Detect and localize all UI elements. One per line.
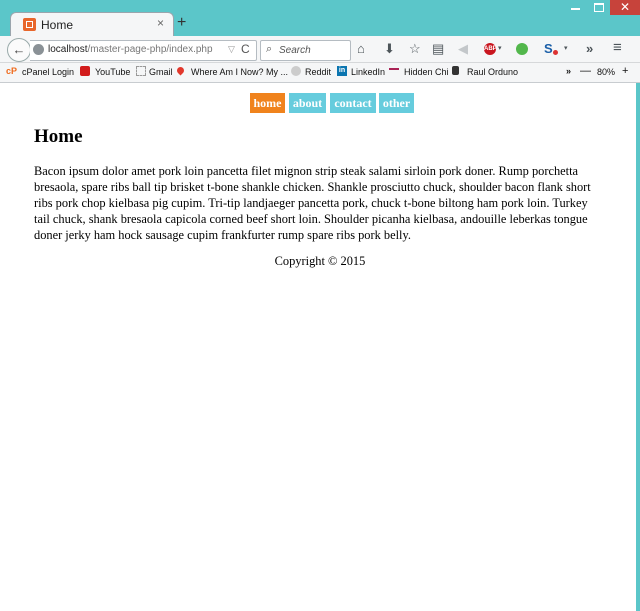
tab-home[interactable]: Home × — [10, 12, 174, 37]
coffee-icon — [452, 66, 459, 75]
page-content: home about contact other Home Bacon ipsu… — [0, 83, 636, 611]
notification-badge — [553, 50, 558, 55]
tab-strip: ✕ Home × + — [0, 0, 640, 37]
home-icon[interactable]: ⌂ — [357, 41, 365, 56]
zoom-out-button[interactable]: — — [580, 65, 591, 77]
adblock-icon[interactable]: ABP — [484, 43, 497, 55]
youtube-icon — [80, 66, 90, 76]
new-tab-button[interactable]: + — [177, 14, 186, 32]
copyright-footer: Copyright © 2015 — [274, 254, 366, 268]
cpanel-icon: cP — [6, 66, 18, 76]
url-text[interactable]: localhost/master-page-php/index.php — [48, 44, 213, 55]
url-path: /master-page-php/index.php — [87, 44, 213, 55]
search-icon: ⌕ — [266, 43, 273, 55]
download-icon[interactable]: ⬇ — [384, 41, 395, 57]
send-icon[interactable]: ◀ — [458, 41, 468, 57]
tab-title: Home — [41, 18, 74, 32]
bookmark-raul-orduno[interactable]: Raul Orduno — [467, 67, 518, 77]
nav-other-link[interactable]: other — [379, 93, 414, 113]
bookmark-youtube[interactable]: YouTube — [95, 67, 130, 77]
s-extension-icon[interactable]: S — [544, 41, 553, 56]
history-dropdown-icon[interactable]: ▽ — [228, 44, 235, 55]
bookmark-star-icon[interactable]: ☆ — [409, 41, 421, 57]
zoom-in-button[interactable]: + — [622, 65, 628, 77]
globe-icon — [33, 44, 44, 55]
browser-window: ✕ Home × + ← localhost/master-page-php/i… — [0, 0, 640, 611]
bookmarks-overflow-icon[interactable]: » — [566, 66, 571, 76]
tab-close-icon[interactable]: × — [157, 16, 164, 30]
search-placeholder: Search — [279, 45, 311, 56]
reload-icon[interactable]: C — [241, 42, 250, 56]
page-title: Home — [34, 126, 83, 147]
bookmark-hidden-chi[interactable]: Hidden Chi — [404, 67, 449, 77]
reddit-icon — [291, 66, 301, 76]
clipboard-icon[interactable]: ▤ — [432, 41, 444, 57]
maximize-button[interactable] — [586, 0, 612, 15]
gmail-icon — [136, 66, 146, 76]
maximize-icon — [594, 3, 604, 12]
bookmark-cpanel[interactable]: cPanel Login — [22, 67, 74, 77]
close-window-button[interactable]: ✕ — [610, 0, 640, 15]
body-paragraph: Bacon ipsum dolor amet pork loin pancett… — [34, 164, 591, 242]
nav-contact-link[interactable]: contact — [330, 93, 376, 113]
nav-home-link[interactable]: home — [250, 93, 285, 113]
minimize-button[interactable] — [562, 0, 588, 15]
extension-dropdown-icon[interactable]: ▾ — [564, 44, 568, 52]
minimize-icon — [570, 8, 580, 10]
url-bar[interactable]: localhost/master-page-php/index.php ▽ C — [30, 40, 257, 61]
nav-about-link[interactable]: about — [289, 93, 326, 113]
bookmark-gmail[interactable]: Gmail — [149, 67, 173, 77]
bookmark-linkedin[interactable]: LinkedIn — [351, 67, 385, 77]
back-button[interactable]: ← — [7, 38, 31, 62]
hidden-chi-icon — [389, 68, 399, 76]
favicon-icon — [23, 18, 36, 31]
bookmark-reddit[interactable]: Reddit — [305, 67, 331, 77]
overflow-icon[interactable]: » — [586, 41, 593, 56]
search-bar[interactable]: ⌕ Search — [260, 40, 351, 61]
hamburger-menu-icon[interactable]: ≡ — [613, 39, 622, 56]
bookmark-where-am-i[interactable]: Where Am I Now? My ... — [191, 67, 288, 77]
linkedin-icon: in — [337, 66, 347, 76]
url-host: localhost — [48, 44, 88, 55]
adblock-dropdown-icon[interactable]: ▾ — [498, 44, 502, 52]
zoom-level[interactable]: 80% — [597, 67, 615, 77]
extension-icon[interactable] — [516, 43, 528, 55]
